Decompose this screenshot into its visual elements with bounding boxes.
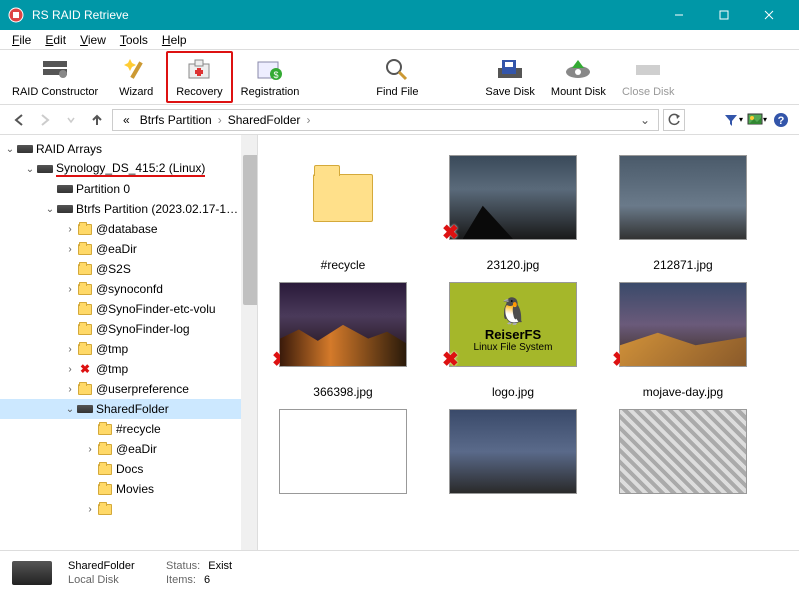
grid-item-image[interactable] [268,409,418,494]
deleted-marker-icon: ✖ [442,220,459,245]
save-disk-icon [496,56,524,84]
menu-view[interactable]: View [74,31,112,49]
search-icon [383,56,411,84]
tree-item[interactable]: @SynoFinder-log [0,319,257,339]
filter-button[interactable]: ▾ [723,110,743,130]
image-thumbnail [449,409,577,494]
close-disk-icon [634,56,662,84]
window-title: RS RAID Retrieve [32,8,656,22]
raid-icon [41,56,69,84]
breadcrumb[interactable]: « Btrfs Partition › SharedFolder › ⌄ [112,109,659,131]
mount-disk-button[interactable]: Mount Disk [543,51,614,103]
status-bar: SharedFolderStatus:Exist Local DiskItems… [0,550,799,595]
menu-tools[interactable]: Tools [114,31,154,49]
toolbar: RAID Constructor Wizard Recovery $ Regis… [0,50,799,105]
main-area: ⌄RAID Arrays ⌄Synology_DS_415:2 (Linux) … [0,135,799,550]
close-disk-button[interactable]: Close Disk [614,51,683,103]
tree-scrollbar[interactable] [241,135,257,550]
view-button[interactable]: ▾ [747,110,767,130]
title-bar: RS RAID Retrieve [0,0,799,30]
mount-disk-icon [564,56,592,84]
tree-item[interactable]: ›@database [0,219,257,239]
menu-help[interactable]: Help [156,31,193,49]
recovery-icon [185,56,213,84]
grid-item-image[interactable]: 🐧 ReiserFS Linux File System ✖ logo.jpg [438,282,588,399]
tree-sub[interactable]: Movies [0,479,257,499]
tree-sub[interactable]: Docs [0,459,257,479]
tree-sharedfolder[interactable]: ⌄SharedFolder [0,399,257,419]
grid-item-image[interactable]: 212871.jpg [608,155,758,272]
history-dropdown[interactable] [60,109,82,131]
image-thumbnail [279,409,407,494]
tree-item[interactable]: ›@synoconfd [0,279,257,299]
image-thumbnail: ✖ [449,155,577,240]
image-thumbnail: ✖ [279,282,407,367]
back-button[interactable] [8,109,30,131]
deleted-marker-icon: ✖ [612,347,629,372]
recovery-button[interactable]: Recovery [166,51,232,103]
tree-item[interactable]: ›@eaDir [0,239,257,259]
svg-text:?: ? [778,115,785,127]
tree-panel: ⌄RAID Arrays ⌄Synology_DS_415:2 (Linux) … [0,135,258,550]
close-button[interactable] [746,0,791,30]
grid-item-image[interactable]: ✖ 366398.jpg [268,282,418,399]
refresh-button[interactable] [663,109,685,131]
grid-item-image[interactable] [438,409,588,494]
find-file-button[interactable]: Find File [367,51,427,103]
penguin-icon: 🐧 [497,296,529,327]
tree-sub[interactable]: › [0,499,257,519]
minimize-button[interactable] [656,0,701,30]
help-button[interactable]: ? [771,110,791,130]
up-button[interactable] [86,109,108,131]
image-thumbnail: 🐧 ReiserFS Linux File System ✖ [449,282,577,367]
status-name: SharedFolder [68,560,158,572]
registration-button[interactable]: $ Registration [233,51,308,103]
menu-file[interactable]: File [6,31,37,49]
tree-sub[interactable]: ›@eaDir [0,439,257,459]
wizard-button[interactable]: Wizard [106,51,166,103]
image-thumbnail [619,409,747,494]
tree-item[interactable]: @SynoFinder-etc-volu [0,299,257,319]
tree-btrfs[interactable]: ⌄Btrfs Partition (2023.02.17-1… [0,199,257,219]
grid-item-image[interactable]: ✖ 23120.jpg [438,155,588,272]
crumb-sharedfolder[interactable]: SharedFolder [224,113,305,127]
drive-icon [12,561,52,585]
raid-constructor-button[interactable]: RAID Constructor [4,51,106,103]
tree-partition0[interactable]: Partition 0 [0,179,257,199]
grid-item-folder[interactable]: #recycle [268,155,418,272]
tree-item[interactable]: ›@userpreference [0,379,257,399]
tree-device[interactable]: ⌄Synology_DS_415:2 (Linux) [0,159,257,179]
save-disk-button[interactable]: Save Disk [477,51,543,103]
tree-sub[interactable]: #recycle [0,419,257,439]
maximize-button[interactable] [701,0,746,30]
deleted-marker-icon: ✖ [442,347,459,372]
menu-bar: File Edit View Tools Help [0,30,799,50]
menu-edit[interactable]: Edit [39,31,72,49]
nav-bar: « Btrfs Partition › SharedFolder › ⌄ ▾ ▾… [0,105,799,135]
file-grid: #recycle ✖ 23120.jpg 212871.jpg ✖ 366398… [258,135,799,550]
svg-text:$: $ [274,70,279,80]
registration-icon: $ [256,56,284,84]
forward-button[interactable] [34,109,56,131]
tree-item[interactable]: ›@tmp [0,339,257,359]
tree-item[interactable]: @S2S [0,259,257,279]
folder-icon [279,155,407,240]
tree-item-deleted[interactable]: ›✖@tmp [0,359,257,379]
tree-root[interactable]: ⌄RAID Arrays [0,139,257,159]
image-thumbnail: ✖ [619,282,747,367]
deleted-marker-icon: ✖ [272,347,289,372]
breadcrumb-dropdown[interactable]: ⌄ [636,113,654,127]
grid-item-image[interactable] [608,409,758,494]
wizard-icon [122,56,150,84]
grid-item-image[interactable]: ✖ mojave-day.jpg [608,282,758,399]
crumb-btrfs[interactable]: Btrfs Partition [136,113,216,127]
app-icon [8,7,24,23]
image-thumbnail [619,155,747,240]
